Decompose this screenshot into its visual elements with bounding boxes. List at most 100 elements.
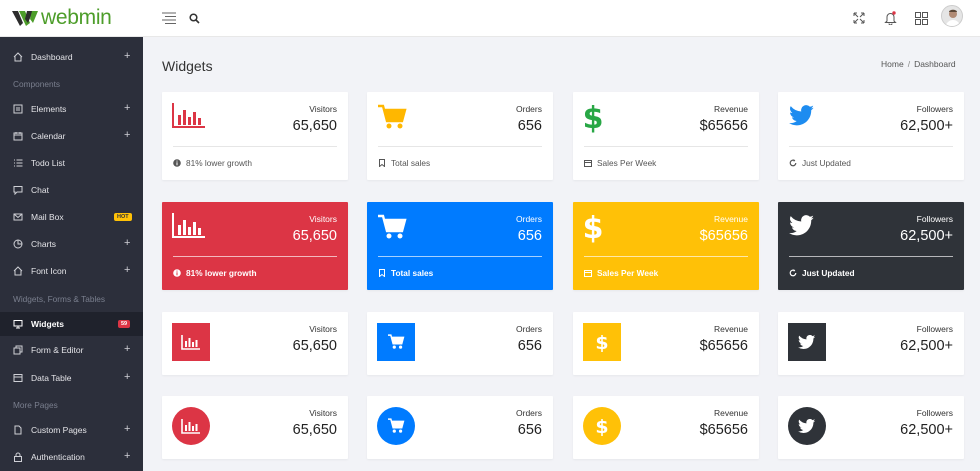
icon-circle [788, 407, 826, 445]
hot-badge: HOT [114, 213, 132, 221]
sidebar-item-todo-list[interactable]: Todo List [0, 151, 143, 175]
revenue-widget-round: $ Revenue $65656 [573, 396, 759, 459]
sidebar-item-custom-pages[interactable]: Custom Pages + [0, 418, 143, 442]
user-avatar[interactable] [941, 5, 963, 27]
widget-title: Followers [916, 104, 953, 114]
icon-box [172, 323, 210, 361]
apps-grid-icon[interactable] [912, 9, 930, 27]
calendar-icon [584, 270, 592, 277]
widget-title: Followers [916, 214, 953, 224]
expand-icon[interactable]: + [124, 50, 130, 62]
pie-chart-icon [13, 239, 23, 249]
notification-bell-icon[interactable] [881, 9, 899, 27]
sidebar-item-charts[interactable]: Charts + [0, 232, 143, 256]
twitter-icon [798, 334, 816, 349]
sidebar-item-mail-box[interactable]: Mail Box HOT [0, 205, 143, 229]
widget-footer-text: 81% lower growth [186, 268, 257, 278]
followers-widget-square: Followers 62,500+ [778, 312, 964, 375]
widget-footer-text: Total sales [391, 268, 434, 278]
followers-widget-round: Followers 62,500+ [778, 396, 964, 459]
expand-icon[interactable]: + [124, 129, 130, 141]
svg-text:$: $ [583, 101, 604, 133]
bookmark-icon [379, 269, 385, 277]
followers-widget-filled: Followers 62,500+ Just Updated [778, 202, 964, 290]
twitter-icon [798, 418, 816, 433]
widget-footer: Just Updated [789, 158, 851, 168]
breadcrumb-current: Dashboard [914, 59, 956, 69]
logo-icon [12, 11, 38, 26]
sidebar-item-authentication[interactable]: Authentication + [0, 445, 143, 469]
calendar-icon [13, 132, 23, 141]
sidebar-item-label: Todo List [31, 158, 66, 168]
copy-icon [13, 345, 23, 355]
orders-widget: Orders 656 Total sales [367, 92, 553, 180]
logo[interactable]: webmin [12, 7, 112, 29]
widget-footer: Total sales [378, 158, 430, 168]
widget-title: Revenue [713, 104, 748, 114]
sidebar-item-chat[interactable]: Chat [0, 178, 143, 202]
lock-icon [14, 452, 22, 462]
monitor-icon [13, 320, 23, 329]
widget-title: Visitors [309, 324, 337, 334]
info-icon [173, 159, 181, 167]
widget-value: 656 [517, 422, 542, 438]
home-icon [13, 52, 23, 62]
sidebar-item-calendar[interactable]: Calendar + [0, 124, 143, 148]
widget-title: Revenue [713, 214, 748, 224]
sidebar-item-label: Form & Editor [31, 345, 84, 355]
expand-icon[interactable]: + [124, 423, 130, 435]
expand-icon[interactable]: + [124, 343, 130, 355]
home-icon [13, 266, 23, 276]
widget-footer: Sales Per Week [584, 158, 656, 168]
sidebar-item-widgets[interactable]: Widgets 59 [0, 312, 143, 336]
widget-value: $65656 [699, 228, 748, 244]
page-title: Widgets [162, 58, 213, 74]
icon-circle: $ [583, 407, 621, 445]
refresh-icon [789, 269, 797, 277]
expand-icon[interactable]: + [124, 264, 130, 276]
chat-icon [13, 186, 23, 195]
expand-icon[interactable]: + [124, 237, 130, 249]
sidebar-item-data-table[interactable]: Data Table + [0, 366, 143, 390]
bar-chart-icon [181, 419, 200, 434]
menu-toggle-icon[interactable] [160, 9, 178, 27]
sidebar-item-label: Charts [31, 239, 57, 249]
widget-title: Revenue [713, 324, 748, 334]
sidebar-section-header: More Pages [13, 400, 58, 410]
divider [789, 256, 953, 257]
expand-icon[interactable]: + [124, 102, 130, 114]
widget-footer-text: Sales Per Week [597, 268, 659, 278]
breadcrumb-home[interactable]: Home [881, 59, 904, 69]
sidebar-item-label: Mail Box [31, 212, 64, 222]
revenue-widget-filled: $ Revenue $65656 Sales Per Week [573, 202, 759, 290]
sidebar-item-font-icon[interactable]: Font Icon + [0, 259, 143, 283]
sidebar-item-form-editor[interactable]: Form & Editor + [0, 338, 143, 362]
widget-value: $65656 [699, 338, 748, 354]
sidebar: Dashboard + Components Elements + Calend… [0, 37, 143, 471]
sidebar-item-label: Authentication [31, 452, 85, 462]
icon-box [788, 323, 826, 361]
divider [173, 146, 337, 147]
twitter-icon [789, 105, 814, 126]
shopping-cart-icon [388, 418, 405, 433]
widget-value: 62,500+ [900, 338, 953, 354]
sidebar-item-dashboard[interactable]: Dashboard + [0, 45, 143, 69]
fullscreen-icon[interactable] [850, 9, 868, 27]
twitter-icon [789, 215, 814, 236]
widget-footer: Sales Per Week [584, 268, 658, 278]
widget-value: 65,650 [292, 228, 337, 244]
search-icon[interactable] [185, 9, 203, 27]
widget-title: Visitors [309, 214, 337, 224]
widget-footer: 81% lower growth [173, 158, 252, 168]
icon-box [377, 323, 415, 361]
dollar-icon: $ [583, 101, 604, 133]
widget-title: Followers [916, 408, 953, 418]
expand-icon[interactable]: + [124, 371, 130, 383]
expand-icon[interactable]: + [124, 450, 130, 462]
sidebar-item-elements[interactable]: Elements + [0, 97, 143, 121]
divider [378, 256, 542, 257]
widget-footer-text: Total sales [391, 158, 431, 168]
mail-icon [13, 213, 23, 221]
widget-title: Orders [516, 214, 542, 224]
shopping-cart-icon [378, 214, 407, 239]
